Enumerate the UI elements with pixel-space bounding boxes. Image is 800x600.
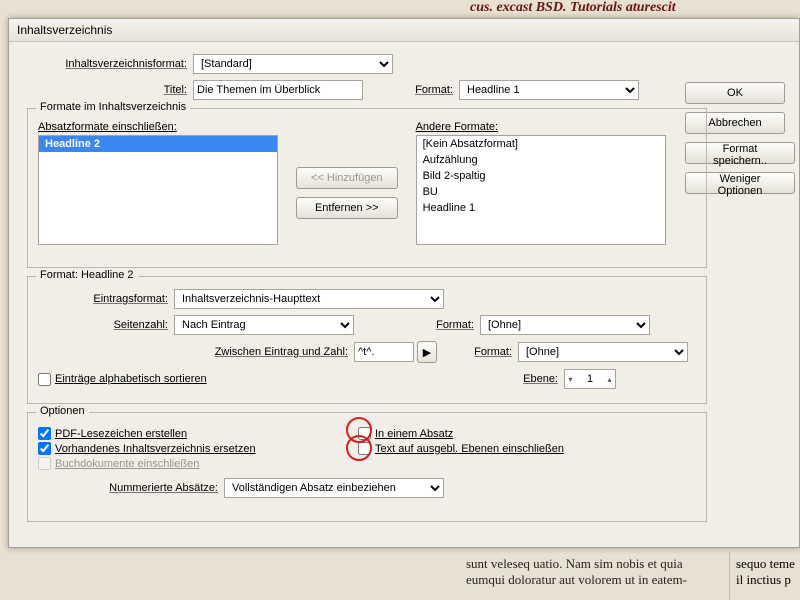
- other-formats-listbox[interactable]: [Kein Absatzformat] Aufzählung Bild 2-sp…: [416, 135, 666, 245]
- entry-format-label: Eintragsformat:: [38, 293, 168, 305]
- numbered-para-label: Nummerierte Absätze:: [38, 482, 218, 494]
- single-paragraph-label: In einem Absatz: [375, 428, 453, 440]
- between-flyout-button[interactable]: ▶: [417, 341, 437, 363]
- format2-select[interactable]: [Ohne]: [480, 315, 650, 335]
- numbered-para-select[interactable]: Vollständigen Absatz einbeziehen: [224, 478, 444, 498]
- dialog-title: Inhaltsverzeichnis: [9, 19, 799, 42]
- ok-button[interactable]: OK: [685, 82, 785, 104]
- level-value[interactable]: [576, 370, 604, 388]
- level-label: Ebene:: [523, 373, 558, 385]
- chevron-up-icon[interactable]: ▴: [604, 375, 615, 384]
- between-input[interactable]: [354, 342, 414, 362]
- toc-dialog: Inhaltsverzeichnis OK Abbrechen Format s…: [8, 18, 800, 548]
- pdf-bookmarks-checkbox[interactable]: PDF-Lesezeichen erstellen: [38, 427, 358, 440]
- style-legend: Format: Headline 2: [36, 269, 138, 281]
- replace-toc-label: Vorhandenes Inhaltsverzeichnis ersetzen: [55, 443, 256, 455]
- toc-format-label: Inhaltsverzeichnisformat:: [27, 58, 187, 70]
- include-formats-label: Absatzformate einschließen:: [38, 121, 278, 133]
- sort-alpha-label: Einträge alphabetisch sortieren: [55, 373, 207, 385]
- pagenum-select[interactable]: Nach Eintrag: [174, 315, 354, 335]
- title-format-label: Format:: [393, 84, 453, 96]
- between-label: Zwischen Eintrag und Zahl:: [68, 346, 348, 358]
- book-docs-label: Buchdokumente einschließen: [55, 458, 199, 470]
- list-item[interactable]: Aufzählung: [417, 152, 665, 168]
- title-label: Titel:: [27, 84, 187, 96]
- remove-format-button[interactable]: Entfernen >>: [296, 197, 398, 219]
- pdf-bookmarks-label: PDF-Lesezeichen erstellen: [55, 428, 187, 440]
- body-text: il inctius p: [736, 572, 800, 588]
- background-document-body: sunt veleseq uatio. Nam sim nobis et qui…: [0, 552, 800, 600]
- book-docs-checkbox: Buchdokumente einschließen: [38, 457, 358, 470]
- add-format-button: << Hinzufügen: [296, 167, 398, 189]
- formats-legend: Formate im Inhaltsverzeichnis: [36, 101, 190, 113]
- format2-label: Format:: [374, 319, 474, 331]
- body-text: eumqui doloratur aut volorem ut in eatem…: [466, 572, 723, 588]
- list-item[interactable]: BU: [417, 184, 665, 200]
- toc-format-select[interactable]: [Standard]: [193, 54, 393, 74]
- options-group: Optionen PDF-Lesezeichen erstellen Vorha…: [27, 412, 707, 522]
- options-legend: Optionen: [36, 405, 89, 417]
- title-format-select[interactable]: Headline 1: [459, 80, 639, 100]
- formats-group: Formate im Inhaltsverzeichnis Absatzform…: [27, 108, 707, 268]
- pagenum-label: Seitenzahl:: [38, 319, 168, 331]
- body-text: sequo teme: [736, 556, 800, 572]
- chevron-down-icon[interactable]: ▾: [565, 375, 576, 384]
- replace-toc-checkbox[interactable]: Vorhandenes Inhaltsverzeichnis ersetzen: [38, 442, 358, 455]
- body-text: sunt veleseq uatio. Nam sim nobis et qui…: [466, 556, 723, 572]
- other-formats-label: Andere Formate:: [416, 121, 666, 133]
- level-stepper[interactable]: ▾ ▴: [564, 369, 616, 389]
- style-group: Format: Headline 2 Eintragsformat: Inhal…: [27, 276, 707, 404]
- list-item[interactable]: Headline 1: [417, 200, 665, 216]
- list-item[interactable]: [Kein Absatzformat]: [417, 136, 665, 152]
- list-item[interactable]: Headline 2: [39, 136, 277, 152]
- title-input[interactable]: [193, 80, 363, 100]
- background-document-header: cus. excast BSD. Tutorials aturescit: [470, 0, 800, 16]
- include-formats-listbox[interactable]: Headline 2: [38, 135, 278, 245]
- entry-format-select[interactable]: Inhaltsverzeichnis-Haupttext: [174, 289, 444, 309]
- hidden-layers-checkbox[interactable]: Text auf ausgebl. Ebenen einschließen: [358, 442, 564, 455]
- hidden-layers-label: Text auf ausgebl. Ebenen einschließen: [375, 443, 564, 455]
- single-paragraph-checkbox[interactable]: In einem Absatz: [358, 427, 564, 440]
- format3-label: Format:: [457, 346, 512, 358]
- format3-select[interactable]: [Ohne]: [518, 342, 688, 362]
- sort-alpha-checkbox[interactable]: Einträge alphabetisch sortieren: [38, 373, 207, 386]
- list-item[interactable]: Bild 2-spaltig: [417, 168, 665, 184]
